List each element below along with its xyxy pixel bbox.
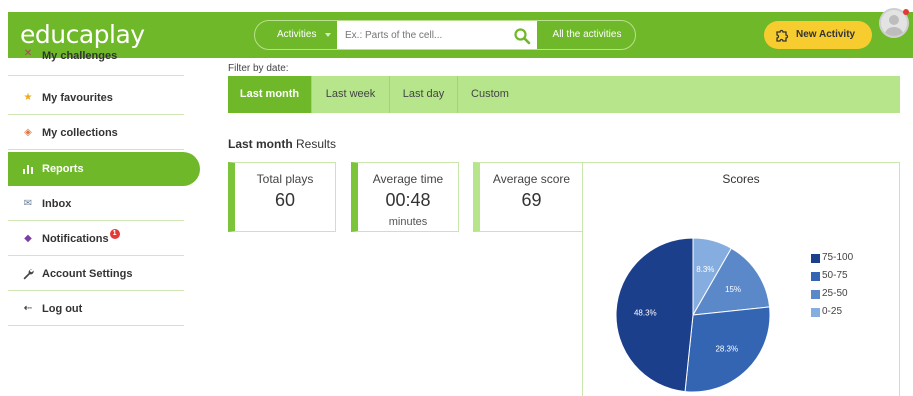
tab-custom[interactable]: Custom <box>458 76 522 113</box>
pie-data-label: 15% <box>725 285 741 294</box>
legend-item: 25-50 <box>811 285 853 303</box>
results-label: Results <box>292 137 337 151</box>
logout-icon: ⇠ <box>23 303 33 314</box>
average-time-label: Average time <box>372 172 444 186</box>
total-plays-card: Total plays 60 <box>228 162 336 232</box>
avatar-notification-dot <box>903 9 909 15</box>
legend-swatch <box>811 290 820 299</box>
search-input[interactable] <box>337 21 537 49</box>
sidebar-item-my-collections[interactable]: ◈ My collections <box>8 116 184 150</box>
total-plays-label: Total plays <box>256 172 314 186</box>
scores-chart: Scores 8.3% 15% 28.3% 48.3% 75-100 50-75 25-5… <box>582 162 900 396</box>
star-icon: ★ <box>23 92 33 103</box>
sidebar-item-label: Log out <box>42 303 83 315</box>
pie-data-label: 48.3% <box>634 309 657 318</box>
sidebar-item-notifications[interactable]: ◆ Notifications 1 <box>8 222 184 256</box>
all-activities-button[interactable]: All the activities <box>539 21 635 49</box>
challenge-icon: ✕ <box>23 48 33 59</box>
notification-badge: 1 <box>109 229 120 239</box>
search-category-label: Activities <box>277 29 317 40</box>
sidebar-item-label: My challenges <box>42 50 118 62</box>
average-score-card: Average score 69 <box>473 162 583 232</box>
sidebar-item-label: Notifications <box>42 233 109 245</box>
average-time-unit: minutes <box>388 216 428 228</box>
sidebar-item-log-out[interactable]: ⇠ Log out <box>8 292 184 326</box>
results-title: Last month Results <box>228 137 336 151</box>
mail-icon: ✉ <box>23 198 33 209</box>
chart-title: Scores <box>722 172 760 186</box>
legend-label: 50-75 <box>822 270 848 281</box>
new-activity-label: New Activity <box>796 29 856 40</box>
new-activity-button[interactable]: New Activity <box>764 21 872 49</box>
chart-icon <box>22 163 34 175</box>
sidebar-item-reports[interactable]: Reports <box>8 152 200 186</box>
search-category-select[interactable]: Activities <box>255 21 337 49</box>
sidebar-item-my-favourites[interactable]: ★ My favourites <box>8 81 184 115</box>
sidebar-item-account-settings[interactable]: Account Settings <box>8 257 184 291</box>
pie-data-label: 28.3% <box>715 345 738 354</box>
chart-legend: 75-100 50-75 25-50 0-25 <box>811 249 853 321</box>
sidebar-item-label: Inbox <box>42 198 72 210</box>
tab-last-day[interactable]: Last day <box>390 76 458 113</box>
sidebar-item-label: My collections <box>42 127 118 139</box>
legend-item: 0-25 <box>811 303 853 321</box>
sidebar-item-label: My favourites <box>42 92 113 104</box>
sidebar-item-my-challenges[interactable]: ✕ My challenges <box>8 48 184 76</box>
filter-label: Filter by date: <box>228 63 289 74</box>
search-icon[interactable] <box>513 27 531 45</box>
legend-item: 75-100 <box>811 249 853 267</box>
legend-label: 25-50 <box>822 288 848 299</box>
puzzle-icon <box>776 29 789 42</box>
sidebar-item-inbox[interactable]: ✉ Inbox <box>8 187 184 221</box>
total-plays-value: 60 <box>274 190 296 210</box>
results-period: Last month <box>228 137 293 151</box>
legend-item: 50-75 <box>811 267 853 285</box>
tab-last-week[interactable]: Last week <box>312 76 390 113</box>
bell-icon: ◆ <box>24 233 32 244</box>
average-score-value: 69 <box>521 190 542 210</box>
legend-swatch <box>811 254 820 263</box>
chevron-down-icon <box>325 33 331 37</box>
wrench-icon <box>22 268 34 280</box>
legend-swatch <box>811 272 820 281</box>
average-time-card: Average time 00:48 minutes <box>351 162 459 232</box>
educaplay-logo[interactable]: educaplay <box>20 20 145 49</box>
average-time-value: 00:48 <box>385 190 431 210</box>
average-score-label: Average score <box>492 172 571 186</box>
search-box: Activities All the activities <box>254 20 636 50</box>
sidebar-item-label: Account Settings <box>42 268 133 280</box>
sidebar-item-label: Reports <box>42 163 84 175</box>
collection-icon: ◈ <box>24 127 32 138</box>
tab-last-month[interactable]: Last month <box>228 76 312 113</box>
date-filter-tabs: Last month Last week Last day Custom <box>228 76 900 113</box>
scores-pie: 8.3% 15% 28.3% 48.3% <box>615 237 771 393</box>
pie-data-label: 8.3% <box>696 265 714 274</box>
legend-label: 0-25 <box>822 306 843 317</box>
legend-swatch <box>811 308 820 317</box>
legend-label: 75-100 <box>822 252 854 263</box>
